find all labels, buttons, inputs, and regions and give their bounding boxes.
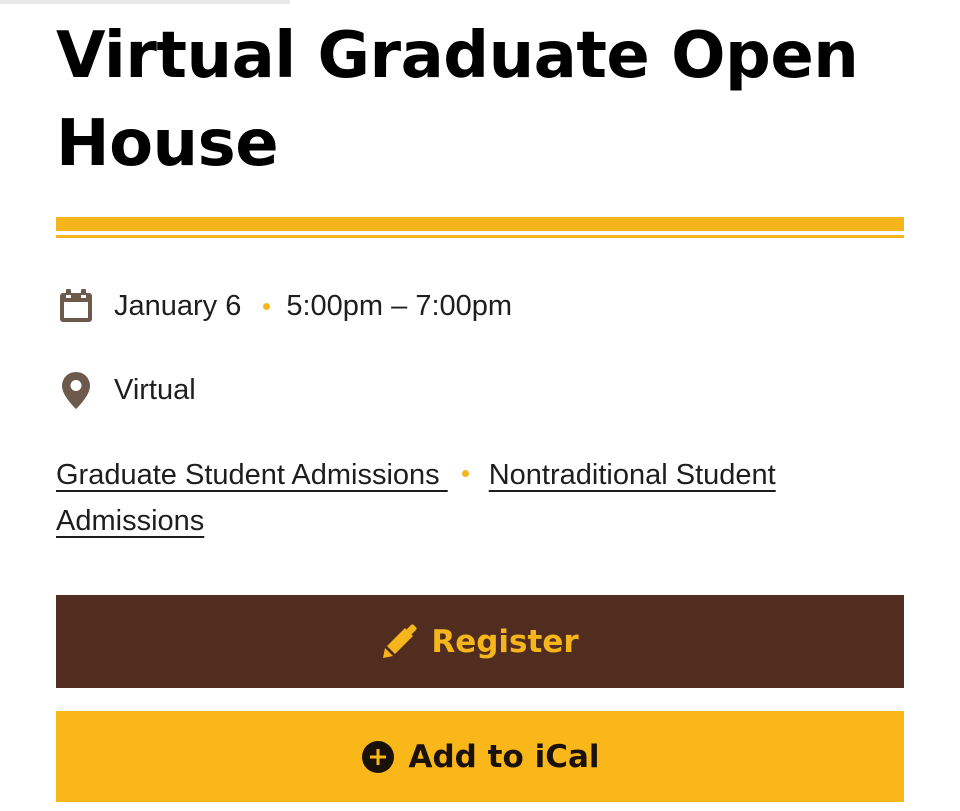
event-title: Virtual Graduate Open House <box>56 19 859 181</box>
separator-dot <box>461 470 469 478</box>
event-location: Virtual <box>114 373 196 406</box>
add-to-ical-button[interactable]: Add to iCal <box>56 711 904 802</box>
separator-dot <box>263 302 271 310</box>
pencil-icon <box>381 623 417 660</box>
plus-circle-icon <box>361 740 395 774</box>
event-time: 5:00pm – 7:00pm <box>286 289 513 322</box>
event-datetime-row: January 6 5:00pm – 7:00pm <box>56 284 512 328</box>
map-pin-icon <box>56 370 96 410</box>
title-divider-thick <box>56 217 904 231</box>
event-categories: Graduate Student Admissions Nontradition… <box>56 452 876 544</box>
title-divider-thin <box>56 235 904 238</box>
event-date: January 6 <box>114 289 242 322</box>
calendar-icon <box>56 286 96 326</box>
register-label: Register <box>431 623 579 660</box>
add-to-ical-label: Add to iCal <box>408 738 600 775</box>
register-button[interactable]: Register <box>56 595 904 688</box>
category-link-graduate-admissions[interactable]: Graduate Student Admissions <box>56 459 448 491</box>
event-location-row: Virtual <box>56 368 196 412</box>
top-edge-shade <box>0 0 290 4</box>
